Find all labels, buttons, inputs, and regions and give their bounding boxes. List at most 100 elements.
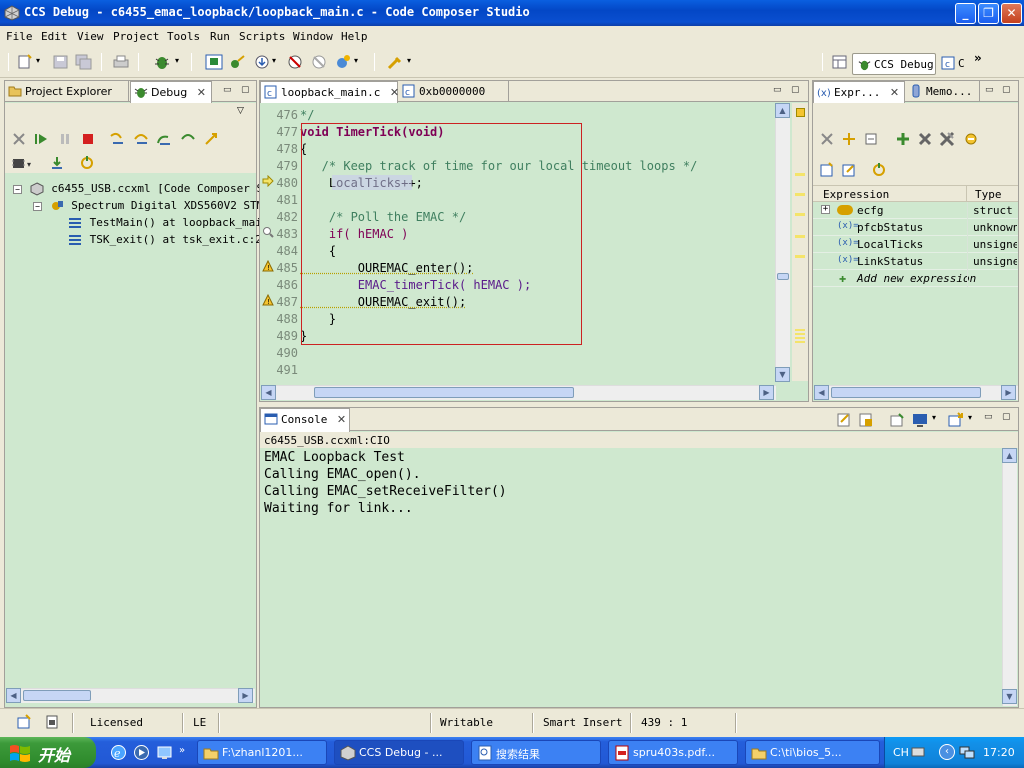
more-perspectives[interactable]: » xyxy=(974,51,982,65)
license-status-icon[interactable] xyxy=(44,714,60,730)
print-icon[interactable] xyxy=(112,54,130,70)
expressions-h-scrollbar[interactable]: ◀ ▶ xyxy=(814,385,1018,400)
expression-row[interactable]: ✚ Add new expression xyxy=(813,270,1018,287)
resume-icon[interactable] xyxy=(33,131,49,147)
scroll-left-arrow[interactable]: ◀ xyxy=(814,385,829,400)
clear-console-icon[interactable] xyxy=(836,412,852,428)
keyboard-icon[interactable] xyxy=(911,746,925,758)
remove-expression-icon[interactable] xyxy=(917,131,933,147)
input-language[interactable]: CH xyxy=(893,746,909,759)
maximize-view-icon[interactable]: ▢ xyxy=(1002,85,1011,95)
debug-bug-icon[interactable] xyxy=(153,54,171,70)
quicklaunch-expand-icon[interactable]: » xyxy=(179,745,185,756)
display-console-icon[interactable] xyxy=(912,412,928,428)
perspective-c-label[interactable]: C xyxy=(958,57,965,70)
pin-console-icon[interactable] xyxy=(889,412,905,428)
continuous-refresh-icon[interactable] xyxy=(871,162,887,178)
open-console-icon[interactable] xyxy=(948,412,964,428)
reset-cpu-icon[interactable]: ▾ xyxy=(11,155,33,171)
taskbar-item-explorer[interactable]: F:\zhanl1201... xyxy=(197,740,327,765)
debug-h-scrollbar[interactable]: ◀ ▶ xyxy=(6,688,255,703)
scroll-thumb[interactable] xyxy=(831,387,981,398)
expand-icon[interactable]: + xyxy=(821,205,830,214)
close-tab-icon[interactable]: ✕ xyxy=(890,86,899,99)
menu-run[interactable]: Run xyxy=(210,30,230,43)
tab-loopback-main[interactable]: c loopback_main.c ✕ xyxy=(260,81,399,103)
step-return-icon[interactable] xyxy=(156,131,172,147)
overview-marker[interactable] xyxy=(795,235,805,238)
close-tab-icon[interactable]: ✕ xyxy=(390,86,399,99)
taskbar-item-pdf[interactable]: spru403s.pdf... xyxy=(608,740,738,765)
start-button[interactable]: 开始 xyxy=(0,737,96,768)
new-expression-icon[interactable] xyxy=(819,162,835,178)
tab-memory[interactable]: Memo... xyxy=(906,81,980,102)
menu-edit[interactable]: Edit xyxy=(41,30,68,43)
taskbar-item-bios-folder[interactable]: C:\ti\bios_5... xyxy=(745,740,880,765)
minimize-button[interactable]: _ xyxy=(955,3,976,24)
network-icon[interactable] xyxy=(959,745,975,760)
taskbar-item-ccs[interactable]: CCS Debug - ... xyxy=(334,740,464,765)
refresh-expressions-icon[interactable] xyxy=(963,131,979,147)
tab-debug[interactable]: Debug ✕ xyxy=(130,81,212,103)
scroll-thumb[interactable] xyxy=(777,273,789,280)
connect-target-icon[interactable] xyxy=(229,54,247,70)
toggle-breakpoint-icon[interactable] xyxy=(286,54,304,70)
code-line[interactable]: 476 */ xyxy=(260,107,765,124)
menu-window[interactable]: Window xyxy=(293,30,333,43)
scroll-right-arrow[interactable]: ▶ xyxy=(238,688,253,703)
minimize-view-icon[interactable]: ▭ xyxy=(985,85,994,95)
close-tab-icon[interactable]: ✕ xyxy=(337,413,346,426)
c-perspective-icon[interactable]: c xyxy=(941,56,955,70)
scroll-right-arrow[interactable]: ▶ xyxy=(759,385,774,400)
close-tab-icon[interactable]: ✕ xyxy=(197,86,206,99)
menu-help[interactable]: Help xyxy=(341,30,368,43)
save-icon[interactable] xyxy=(52,54,70,70)
perspective-ccs-debug[interactable]: CCS Debug xyxy=(852,53,936,75)
refresh-icon[interactable] xyxy=(79,155,95,171)
desktop-quicklaunch-icon[interactable] xyxy=(156,744,173,761)
scroll-left-arrow[interactable]: ◀ xyxy=(261,385,276,400)
view-menu-icon[interactable]: ▽ xyxy=(237,106,244,116)
step-into-icon[interactable] xyxy=(109,131,125,147)
tab-expressions[interactable]: (x)= Expr... ✕ xyxy=(813,81,905,103)
tab-console[interactable]: Console ✕ xyxy=(260,408,350,432)
fast-view-icon[interactable] xyxy=(16,714,32,730)
step-over-icon[interactable] xyxy=(133,131,149,147)
overview-marker[interactable] xyxy=(795,173,805,176)
collapse-icon[interactable] xyxy=(863,131,879,147)
expression-row[interactable]: (x)=LinkStatus unsigned xyxy=(813,253,1018,270)
suspend-icon[interactable] xyxy=(57,131,73,147)
save-all-icon[interactable] xyxy=(75,54,93,70)
remove-terminated-icon[interactable] xyxy=(11,131,27,147)
tree-node-emulator[interactable]: − Spectrum Digital XDS560V2 STM U xyxy=(33,199,277,213)
scroll-up-arrow[interactable]: ▲ xyxy=(775,103,790,118)
tree-node-stack-frame-1[interactable]: TestMain() at loopback_main. xyxy=(67,216,275,230)
assembly-step-icon[interactable] xyxy=(180,131,196,147)
minimize-view-icon[interactable]: ▭ xyxy=(773,85,782,95)
menu-scripts[interactable]: Scripts xyxy=(239,30,285,43)
remove-breakpoints-icon[interactable] xyxy=(310,54,328,70)
expression-row[interactable]: + ecfg struct _ xyxy=(813,202,1018,219)
tray-expand-icon[interactable]: ‹ xyxy=(939,744,955,760)
open-perspective-icon[interactable] xyxy=(831,54,849,70)
overview-marker[interactable] xyxy=(795,213,805,216)
external-tools-icon[interactable] xyxy=(386,54,404,70)
menu-view[interactable]: View xyxy=(77,30,104,43)
scroll-thumb[interactable] xyxy=(314,387,574,398)
code-line[interactable]: 490 xyxy=(260,345,765,362)
load-program-icon[interactable] xyxy=(253,54,271,70)
ie-quicklaunch-icon[interactable]: e xyxy=(110,744,127,761)
menu-file[interactable]: File xyxy=(6,30,33,43)
drop-to-frame-icon[interactable] xyxy=(203,131,219,147)
collapse-all-icon[interactable] xyxy=(819,131,835,147)
scroll-down-arrow[interactable]: ▼ xyxy=(775,367,790,382)
taskbar-item-search[interactable]: 搜索结果 xyxy=(471,740,601,765)
restore-button[interactable]: ❐ xyxy=(978,3,999,24)
build-icon[interactable] xyxy=(334,54,352,70)
tree-node-target-config[interactable]: − c6455_USB.ccxml [Code Composer Stu xyxy=(13,182,276,196)
close-button[interactable]: ✕ xyxy=(1001,3,1022,24)
overview-warning-marker[interactable] xyxy=(796,108,805,117)
expression-row[interactable]: (x)= pfcbStatus unknown xyxy=(813,219,1018,236)
code-line[interactable]: 491 xyxy=(260,362,765,377)
overview-marker[interactable] xyxy=(795,255,805,258)
